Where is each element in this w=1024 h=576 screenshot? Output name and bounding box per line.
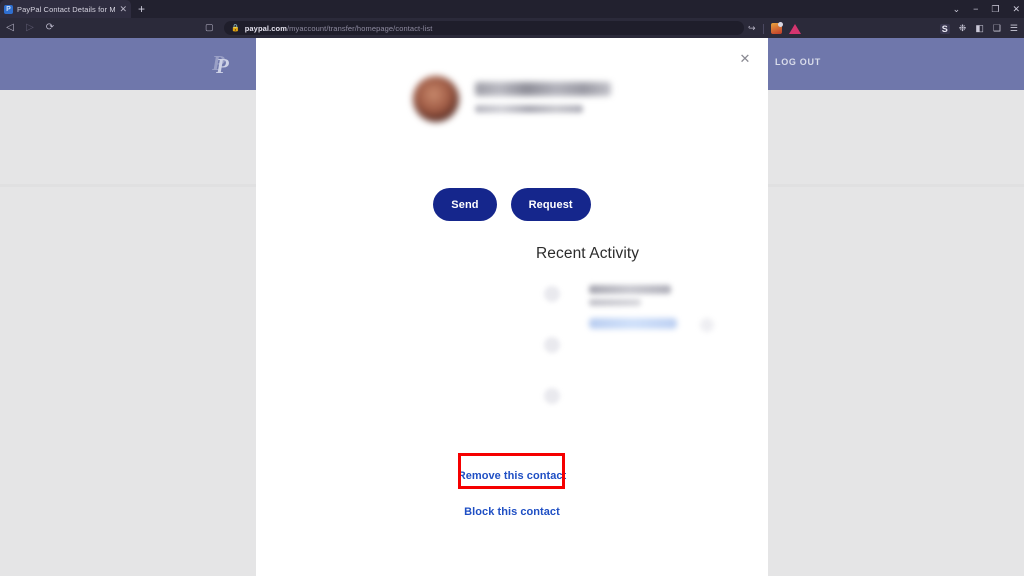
transaction-date-redacted — [589, 299, 641, 306]
transaction-title-redacted — [589, 285, 671, 294]
transaction-icon — [544, 337, 560, 353]
minimize-icon[interactable]: − — [973, 4, 978, 14]
activity-row[interactable] — [536, 327, 736, 378]
window-controls: ⌄ − ❐ ✕ — [953, 0, 1020, 18]
close-icon[interactable]: ✕ — [736, 50, 754, 68]
minimize-to-tray-icon[interactable]: ⌄ — [953, 4, 961, 14]
extension-icons: S ❉ ◧ ❑ ☰ — [939, 21, 1018, 36]
contact-profile — [256, 76, 768, 122]
contact-details-modal: ✕ Send Request Recent Activity Remove th… — [256, 38, 768, 576]
puzzle-extensions-icon[interactable]: ❉ — [959, 23, 967, 34]
url-text: paypal.com/myaccount/transfer/homepage/c… — [245, 24, 433, 33]
forward-icon[interactable]: ▷ — [20, 23, 40, 33]
tab-title: PayPal Contact Details for Meliss — [17, 4, 116, 14]
settings-menu-icon[interactable]: ☰ — [1010, 23, 1018, 34]
extension-badge-icon[interactable] — [770, 22, 783, 34]
bookmark-icon[interactable]: ▢ — [205, 23, 214, 32]
paypal-logo-icon[interactable]: PP — [212, 52, 232, 77]
contact-subtitle-redacted — [475, 105, 583, 113]
new-tab-button[interactable]: + — [135, 3, 148, 16]
toolbar-divider — [762, 23, 764, 34]
request-button[interactable]: Request — [510, 188, 591, 221]
url-path: /myaccount/transfer/homepage/contact-lis… — [286, 23, 433, 33]
send-button[interactable]: Send — [433, 188, 497, 221]
highlight-box — [458, 453, 565, 489]
browser-tab-strip: P PayPal Contact Details for Meliss ✕ + … — [0, 0, 1024, 18]
screen: P PayPal Contact Details for Meliss ✕ + … — [0, 0, 1024, 576]
extension-s-icon[interactable]: S — [939, 23, 950, 34]
block-contact-link[interactable]: Block this contact — [464, 506, 560, 518]
transaction-icon — [544, 388, 560, 404]
url-domain: paypal.com — [244, 23, 287, 33]
maximize-icon[interactable]: ❐ — [991, 4, 999, 14]
block-contact-row: Block this contact — [256, 502, 768, 520]
collections-icon[interactable]: ❑ — [993, 23, 1001, 34]
address-bar[interactable]: 🔒 paypal.com/myaccount/transfer/homepage… — [224, 21, 744, 35]
logout-button[interactable]: LOG OUT — [775, 57, 821, 67]
close-window-icon[interactable]: ✕ — [1012, 4, 1020, 14]
contact-actions: Send Request — [256, 188, 768, 221]
paypal-favicon: P — [4, 4, 13, 14]
close-icon[interactable]: ✕ — [119, 4, 127, 14]
activity-row[interactable] — [536, 378, 736, 429]
sidebar-icon[interactable]: ◧ — [975, 23, 984, 34]
recent-activity-list — [536, 276, 736, 429]
transaction-icon — [544, 286, 560, 302]
lock-icon: 🔒 — [231, 24, 240, 32]
avatar — [413, 76, 459, 122]
activity-row[interactable] — [536, 276, 736, 332]
reload-icon[interactable]: ⟳ — [40, 23, 60, 33]
browser-tab[interactable]: P PayPal Contact Details for Meliss ✕ — [0, 0, 131, 18]
contact-name-redacted — [475, 82, 611, 96]
toolbar-right-icons: ↪ — [748, 21, 801, 36]
recent-activity-title: Recent Activity — [536, 245, 640, 262]
contact-identity — [475, 76, 611, 122]
share-icon[interactable]: ↪ — [748, 24, 756, 33]
back-icon[interactable]: ◁ — [0, 23, 20, 33]
warning-triangle-icon[interactable] — [788, 23, 801, 34]
